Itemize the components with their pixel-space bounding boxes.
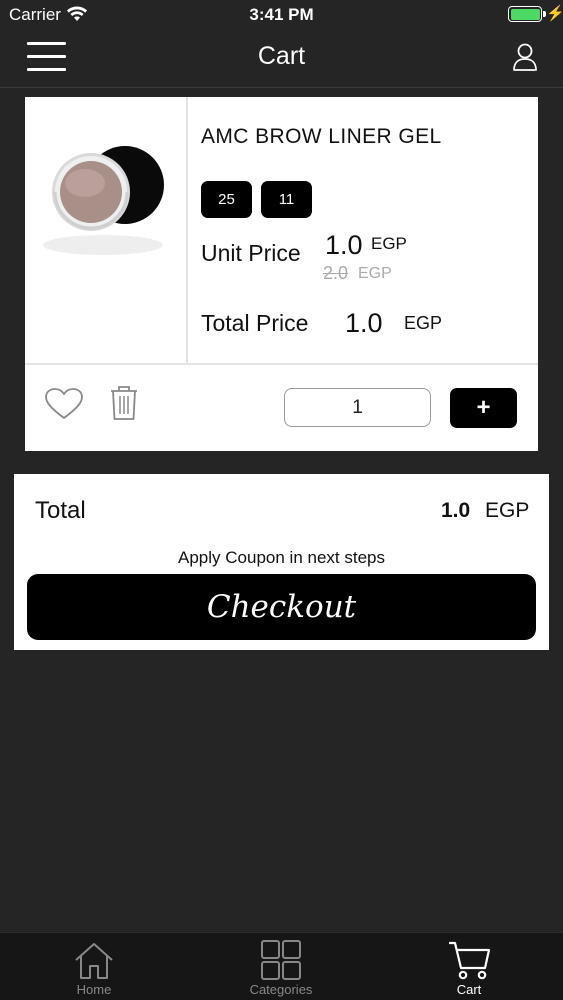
product-info: AMC BROW LINER GEL 25 11 Unit Price 1.0 … xyxy=(190,97,538,363)
battery-icon xyxy=(508,6,546,22)
unit-price-currency: EGP xyxy=(371,234,407,253)
product-name: AMC BROW LINER GEL xyxy=(201,125,442,148)
unit-price-label: Unit Price xyxy=(201,240,301,266)
user-icon[interactable] xyxy=(512,42,538,72)
total-label: Total xyxy=(35,497,86,524)
order-summary: Total 1.0 EGP Apply Coupon in next steps… xyxy=(14,474,549,650)
nav-bar: Cart xyxy=(0,30,563,88)
grid-icon xyxy=(261,940,301,980)
home-icon xyxy=(75,943,113,979)
cart-item-card: AMC BROW LINER GEL 25 11 Unit Price 1.0 … xyxy=(25,97,538,451)
total-currency: EGP xyxy=(485,499,530,522)
heart-icon[interactable] xyxy=(44,387,84,421)
page-title: Cart xyxy=(257,42,306,70)
checkout-button[interactable]: Checkout xyxy=(27,574,536,640)
coupon-note: Apply Coupon in next steps xyxy=(178,548,385,567)
tab-label: Home xyxy=(76,982,112,997)
tab-label: Categories xyxy=(249,982,313,997)
variant-badge: 11 xyxy=(261,181,312,218)
old-price-currency: EGP xyxy=(358,265,392,282)
increase-quantity-button[interactable]: + xyxy=(450,388,517,428)
status-bar: Carrier 3:41 PM ⚡ xyxy=(0,0,563,30)
unit-price-value: 1.0 xyxy=(325,230,363,260)
variant-badge: 25 xyxy=(201,181,252,218)
old-price-value: 2.0 xyxy=(323,263,349,283)
tab-cart[interactable]: Cart xyxy=(409,933,529,1000)
total-value: 1.0 xyxy=(441,499,471,522)
total-price-value: 1.0 xyxy=(345,308,383,338)
tab-bar: Home Categories Cart xyxy=(0,932,563,1000)
status-time: 3:41 PM xyxy=(249,5,314,24)
trash-icon[interactable] xyxy=(109,385,139,421)
quantity-field[interactable] xyxy=(284,388,431,427)
brow-gel-jar-image xyxy=(43,146,164,255)
tab-home[interactable]: Home xyxy=(34,933,154,1000)
divider xyxy=(25,363,538,365)
charging-icon: ⚡ xyxy=(546,5,563,22)
product-image[interactable] xyxy=(25,97,188,363)
total-price-currency: EGP xyxy=(404,313,443,333)
total-price-label: Total Price xyxy=(201,310,309,336)
tab-categories[interactable]: Categories xyxy=(221,933,341,1000)
cart-icon xyxy=(449,941,491,980)
tab-label: Cart xyxy=(456,982,482,997)
